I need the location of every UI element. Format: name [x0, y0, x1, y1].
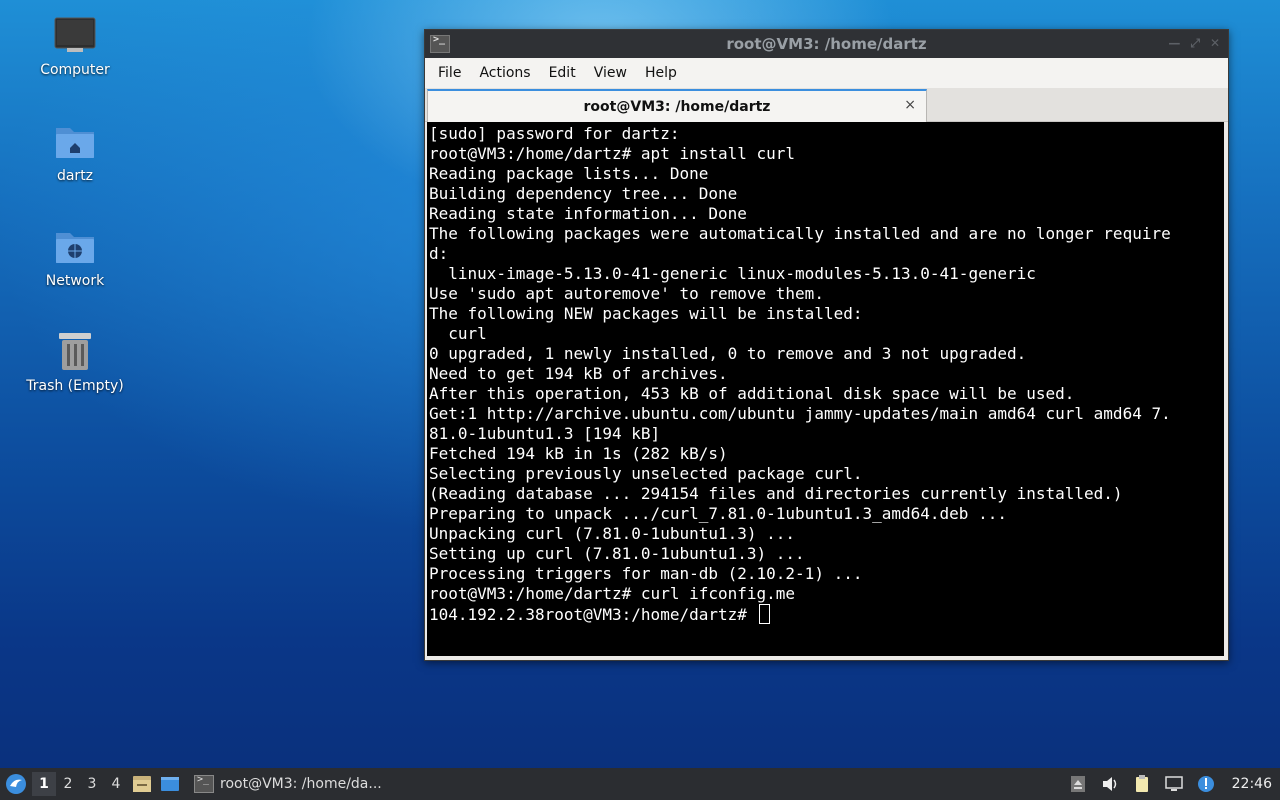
menu-bar: File Actions Edit View Help: [425, 58, 1228, 88]
workspace-2[interactable]: 2: [56, 772, 80, 796]
maximize-icon[interactable]: ⤢: [1190, 36, 1200, 51]
terminal-line: 0 upgraded, 1 newly installed, 0 to remo…: [429, 344, 1027, 363]
workspace-3[interactable]: 3: [80, 772, 104, 796]
menu-view[interactable]: View: [585, 65, 636, 81]
network-folder-icon: [56, 233, 94, 263]
system-tray: 22:46: [1062, 768, 1280, 800]
terminal-icon: [430, 34, 450, 53]
file-manager-icon[interactable]: [131, 773, 153, 795]
home-folder-icon: [56, 128, 94, 158]
menu-help[interactable]: Help: [636, 65, 686, 81]
terminal-line: Unpacking curl (7.81.0-1ubuntu1.3) ...: [429, 524, 796, 543]
terminal-line: Need to get 194 kB of archives.: [429, 364, 728, 383]
workspace-4[interactable]: 4: [104, 772, 128, 796]
taskbar-item-label: root@VM3: /home/da...: [220, 776, 382, 792]
menu-file[interactable]: File: [429, 65, 470, 81]
updates-icon[interactable]: [1196, 774, 1216, 794]
clock[interactable]: 22:46: [1232, 776, 1272, 792]
menu-actions[interactable]: Actions: [470, 65, 539, 81]
desktop-icon-label: Trash (Empty): [26, 378, 124, 394]
terminal-line: Use 'sudo apt autoremove' to remove them…: [429, 284, 824, 303]
terminal-line: Processing triggers for man-db (2.10.2-1…: [429, 564, 863, 583]
eject-icon[interactable]: [1068, 774, 1088, 794]
tab-close-icon[interactable]: ×: [904, 97, 916, 113]
terminal-line: curl: [429, 324, 487, 343]
terminal-line: Reading package lists... Done: [429, 164, 709, 183]
terminal-line: Building dependency tree... Done: [429, 184, 738, 203]
terminal-line: The following NEW packages will be insta…: [429, 304, 863, 323]
terminal-line: Reading state information... Done: [429, 204, 747, 223]
terminal-cursor: [758, 604, 770, 624]
terminal-line: 81.0-1ubuntu1.3 [194 kB]: [429, 424, 661, 443]
window-titlebar[interactable]: root@VM3: /home/dartz — ⤢ ✕: [425, 30, 1228, 58]
terminal-line: root@VM3:/home/dartz# curl ifconfig.me: [429, 584, 796, 603]
desktop-icon-trash[interactable]: Trash (Empty): [20, 330, 130, 394]
close-icon[interactable]: ✕: [1210, 36, 1220, 51]
terminal-line: Selecting previously unselected package …: [429, 464, 863, 483]
desktop-icon-network[interactable]: Network: [20, 225, 130, 289]
tab-bar: root@VM3: /home/dartz ×: [425, 88, 1228, 123]
start-menu-button[interactable]: [0, 768, 32, 800]
terminal-line: Preparing to unpack .../curl_7.81.0-1ubu…: [429, 504, 1007, 523]
network-monitor-icon[interactable]: [1164, 774, 1184, 794]
window-title: root@VM3: /home/dartz: [726, 35, 927, 53]
tab-label: root@VM3: /home/dartz: [583, 99, 771, 115]
terminal-line: linux-image-5.13.0-41-generic linux-modu…: [429, 264, 1036, 283]
lubuntu-logo-icon: [6, 774, 26, 794]
terminal-line: Get:1 http://archive.ubuntu.com/ubuntu j…: [429, 404, 1171, 423]
terminal-output[interactable]: [sudo] password for dartz: root@VM3:/home…: [427, 122, 1224, 656]
terminal-line: Setting up curl (7.81.0-1ubuntu1.3) ...: [429, 544, 805, 563]
computer-icon: [54, 17, 96, 52]
terminal-line: The following packages were automaticall…: [429, 224, 1171, 243]
terminal-line: (Reading database ... 294154 files and d…: [429, 484, 1123, 503]
terminal-line: After this operation, 453 kB of addition…: [429, 384, 1075, 403]
desktop-show-icon[interactable]: [159, 773, 181, 795]
terminal-line: d:: [429, 244, 449, 263]
taskbar: 1 2 3 4 root@VM3: /home/da...: [0, 768, 1280, 800]
trash-icon: [59, 333, 91, 370]
desktop-icon-home[interactable]: dartz: [20, 120, 130, 184]
workspace-1[interactable]: 1: [32, 772, 56, 796]
desktop-icon-label: dartz: [56, 168, 94, 184]
volume-icon[interactable]: [1100, 774, 1120, 794]
terminal-line: [sudo] password for dartz:: [429, 124, 680, 143]
terminal-window: root@VM3: /home/dartz — ⤢ ✕ File Actions…: [424, 29, 1229, 661]
terminal-line: root@VM3:/home/dartz# apt install curl: [429, 144, 796, 163]
terminal-line: 104.192.2.38root@VM3:/home/dartz#: [429, 604, 1224, 624]
terminal-icon: [194, 774, 214, 793]
desktop-icon-label: Network: [45, 273, 105, 289]
desktop-icon-label: Computer: [40, 62, 110, 78]
menu-edit[interactable]: Edit: [540, 65, 585, 81]
taskbar-item-terminal[interactable]: root@VM3: /home/da...: [194, 768, 382, 800]
tab-terminal[interactable]: root@VM3: /home/dartz ×: [427, 89, 927, 123]
minimize-icon[interactable]: —: [1168, 36, 1180, 51]
terminal-line: Fetched 194 kB in 1s (282 kB/s): [429, 444, 728, 463]
desktop-icon-computer[interactable]: Computer: [20, 14, 130, 78]
clipboard-icon[interactable]: [1132, 774, 1152, 794]
